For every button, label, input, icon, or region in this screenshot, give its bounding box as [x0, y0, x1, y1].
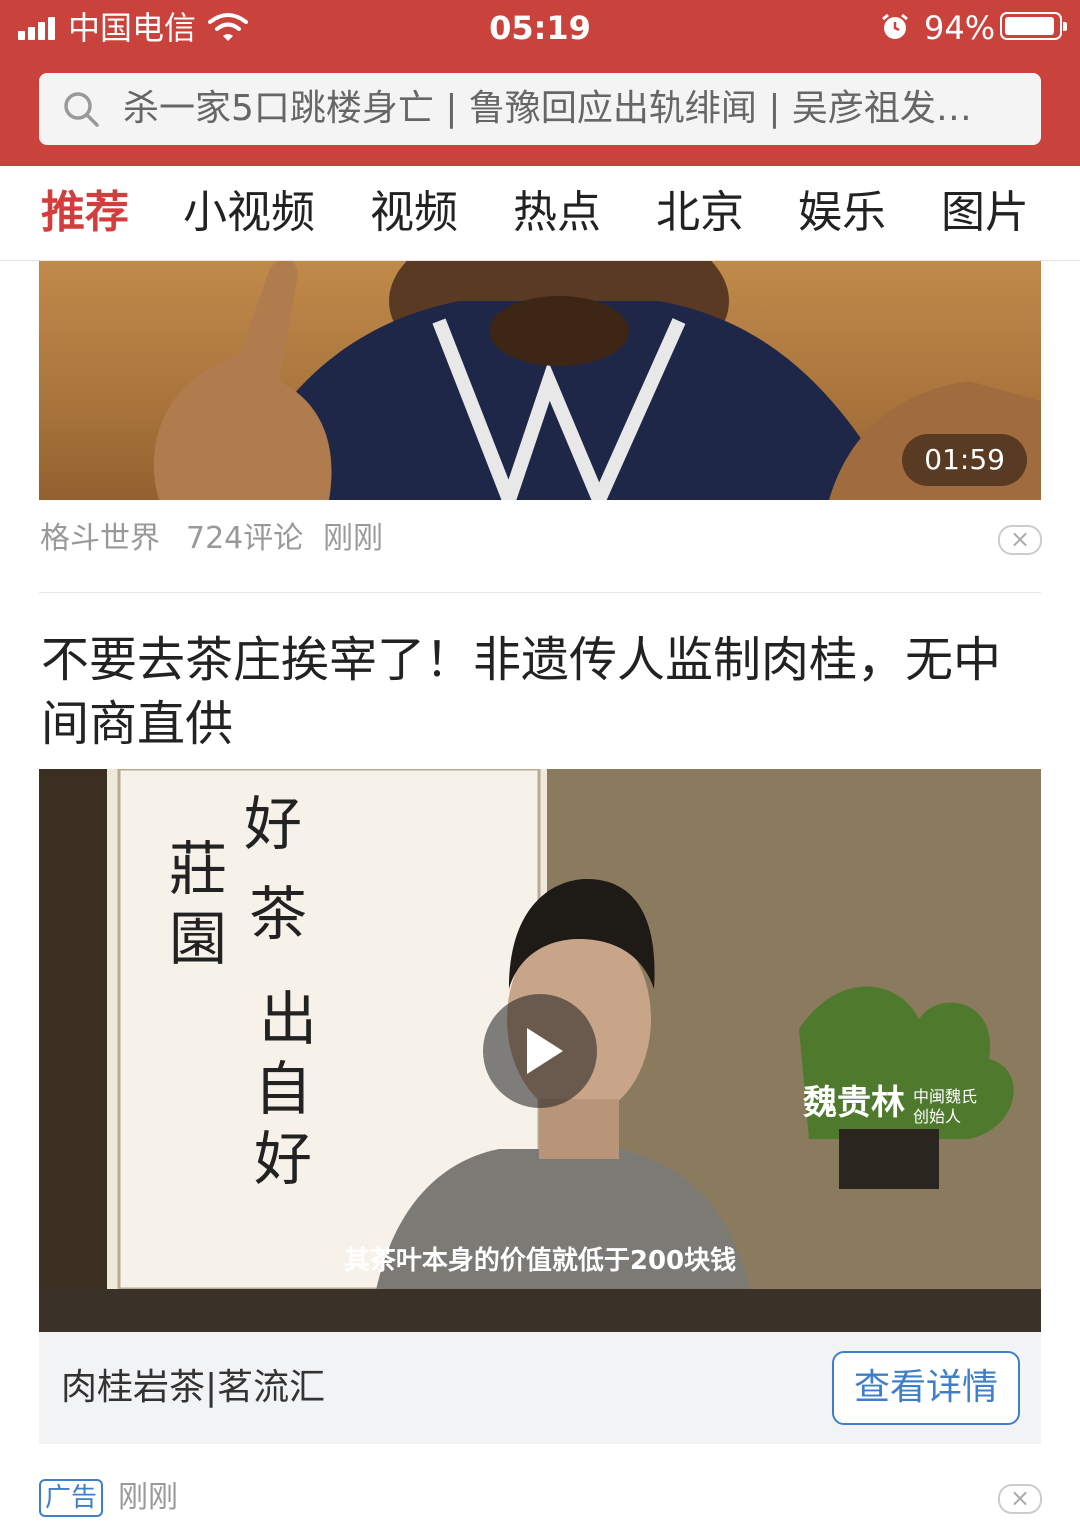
clock: 05:19 [489, 9, 591, 47]
video-thumbnail[interactable]: 01:59 [39, 261, 1041, 500]
svg-text:出: 出 [259, 985, 317, 1053]
svg-text:園: 園 [169, 905, 227, 973]
video-duration: 01:59 [902, 434, 1027, 486]
item-time: 刚刚 [323, 521, 383, 556]
svg-text:自: 自 [254, 1055, 312, 1123]
tab-entertainment[interactable]: 娱乐 [798, 184, 886, 242]
battery-fill [1005, 17, 1054, 35]
advertiser-name[interactable]: 肉桂岩茶|茗流汇 [61, 1366, 325, 1410]
ad-badge: 广告 [39, 1479, 103, 1517]
person-name: 魏贵林 [803, 1083, 905, 1123]
dismiss-button[interactable]: × [998, 1484, 1042, 1514]
divider [39, 592, 1041, 593]
ad-video[interactable]: 莊 園 好 茶 出 自 好 魏贵林 中闽魏氏 创始人 其茶叶本身的价值就低于20… [39, 769, 1041, 1332]
svg-text:莊: 莊 [169, 835, 227, 903]
dismiss-button[interactable]: × [998, 525, 1042, 555]
person-role: 中闽魏氏 创始人 [913, 1087, 978, 1126]
top-bar: 中国电信 05:19 94% 杀一家5口跳楼身亡 | 鲁豫回应出轨绯闻 | 吴彦… [0, 0, 1080, 166]
tab-beijing[interactable]: 北京 [656, 184, 744, 242]
item-source[interactable]: 格斗世界 [40, 519, 160, 559]
item-time: 刚刚 [118, 1480, 178, 1515]
search-input[interactable]: 杀一家5口跳楼身亡 | 鲁豫回应出轨绯闻 | 吴彦祖发… [123, 85, 1001, 133]
article-title[interactable]: 不要去茶庄挨宰了！非遗传人监制肉桂，无中间商直供 [41, 628, 1031, 756]
svg-text:好: 好 [244, 790, 302, 858]
tab-video[interactable]: 视频 [370, 184, 458, 242]
status-bar: 中国电信 05:19 94% [0, 0, 1080, 56]
play-button[interactable] [483, 994, 597, 1108]
ad-bar: 肉桂岩茶|茗流汇 查看详情 [39, 1332, 1041, 1444]
video-frame-image [153, 261, 1041, 500]
tab-recommend[interactable]: 推荐 [41, 184, 129, 242]
close-icon: × [1009, 1484, 1031, 1512]
svg-text:茶: 茶 [249, 880, 307, 948]
battery-percent: 94% [924, 9, 996, 47]
battery-icon [1000, 12, 1067, 40]
tab-pictures[interactable]: 图片 [941, 184, 1029, 242]
view-details-button[interactable]: 查看详情 [832, 1351, 1020, 1425]
svg-text:好: 好 [254, 1125, 312, 1193]
close-icon: × [1009, 525, 1031, 553]
item-comments: 724评论 [186, 521, 304, 556]
search-icon [64, 92, 99, 127]
alarm-icon [882, 13, 908, 39]
search-bar[interactable]: 杀一家5口跳楼身亡 | 鲁豫回应出轨绯闻 | 吴彦祖发… [39, 73, 1041, 145]
play-icon [527, 1028, 563, 1074]
video-subtitle: 其茶叶本身的价值就低于200块钱 [343, 1246, 737, 1276]
tab-hot[interactable]: 热点 [513, 184, 601, 242]
channel-tabs: 推荐 小视频 视频 热点 北京 娱乐 图片 [0, 166, 1080, 261]
tab-short-video[interactable]: 小视频 [183, 184, 315, 242]
